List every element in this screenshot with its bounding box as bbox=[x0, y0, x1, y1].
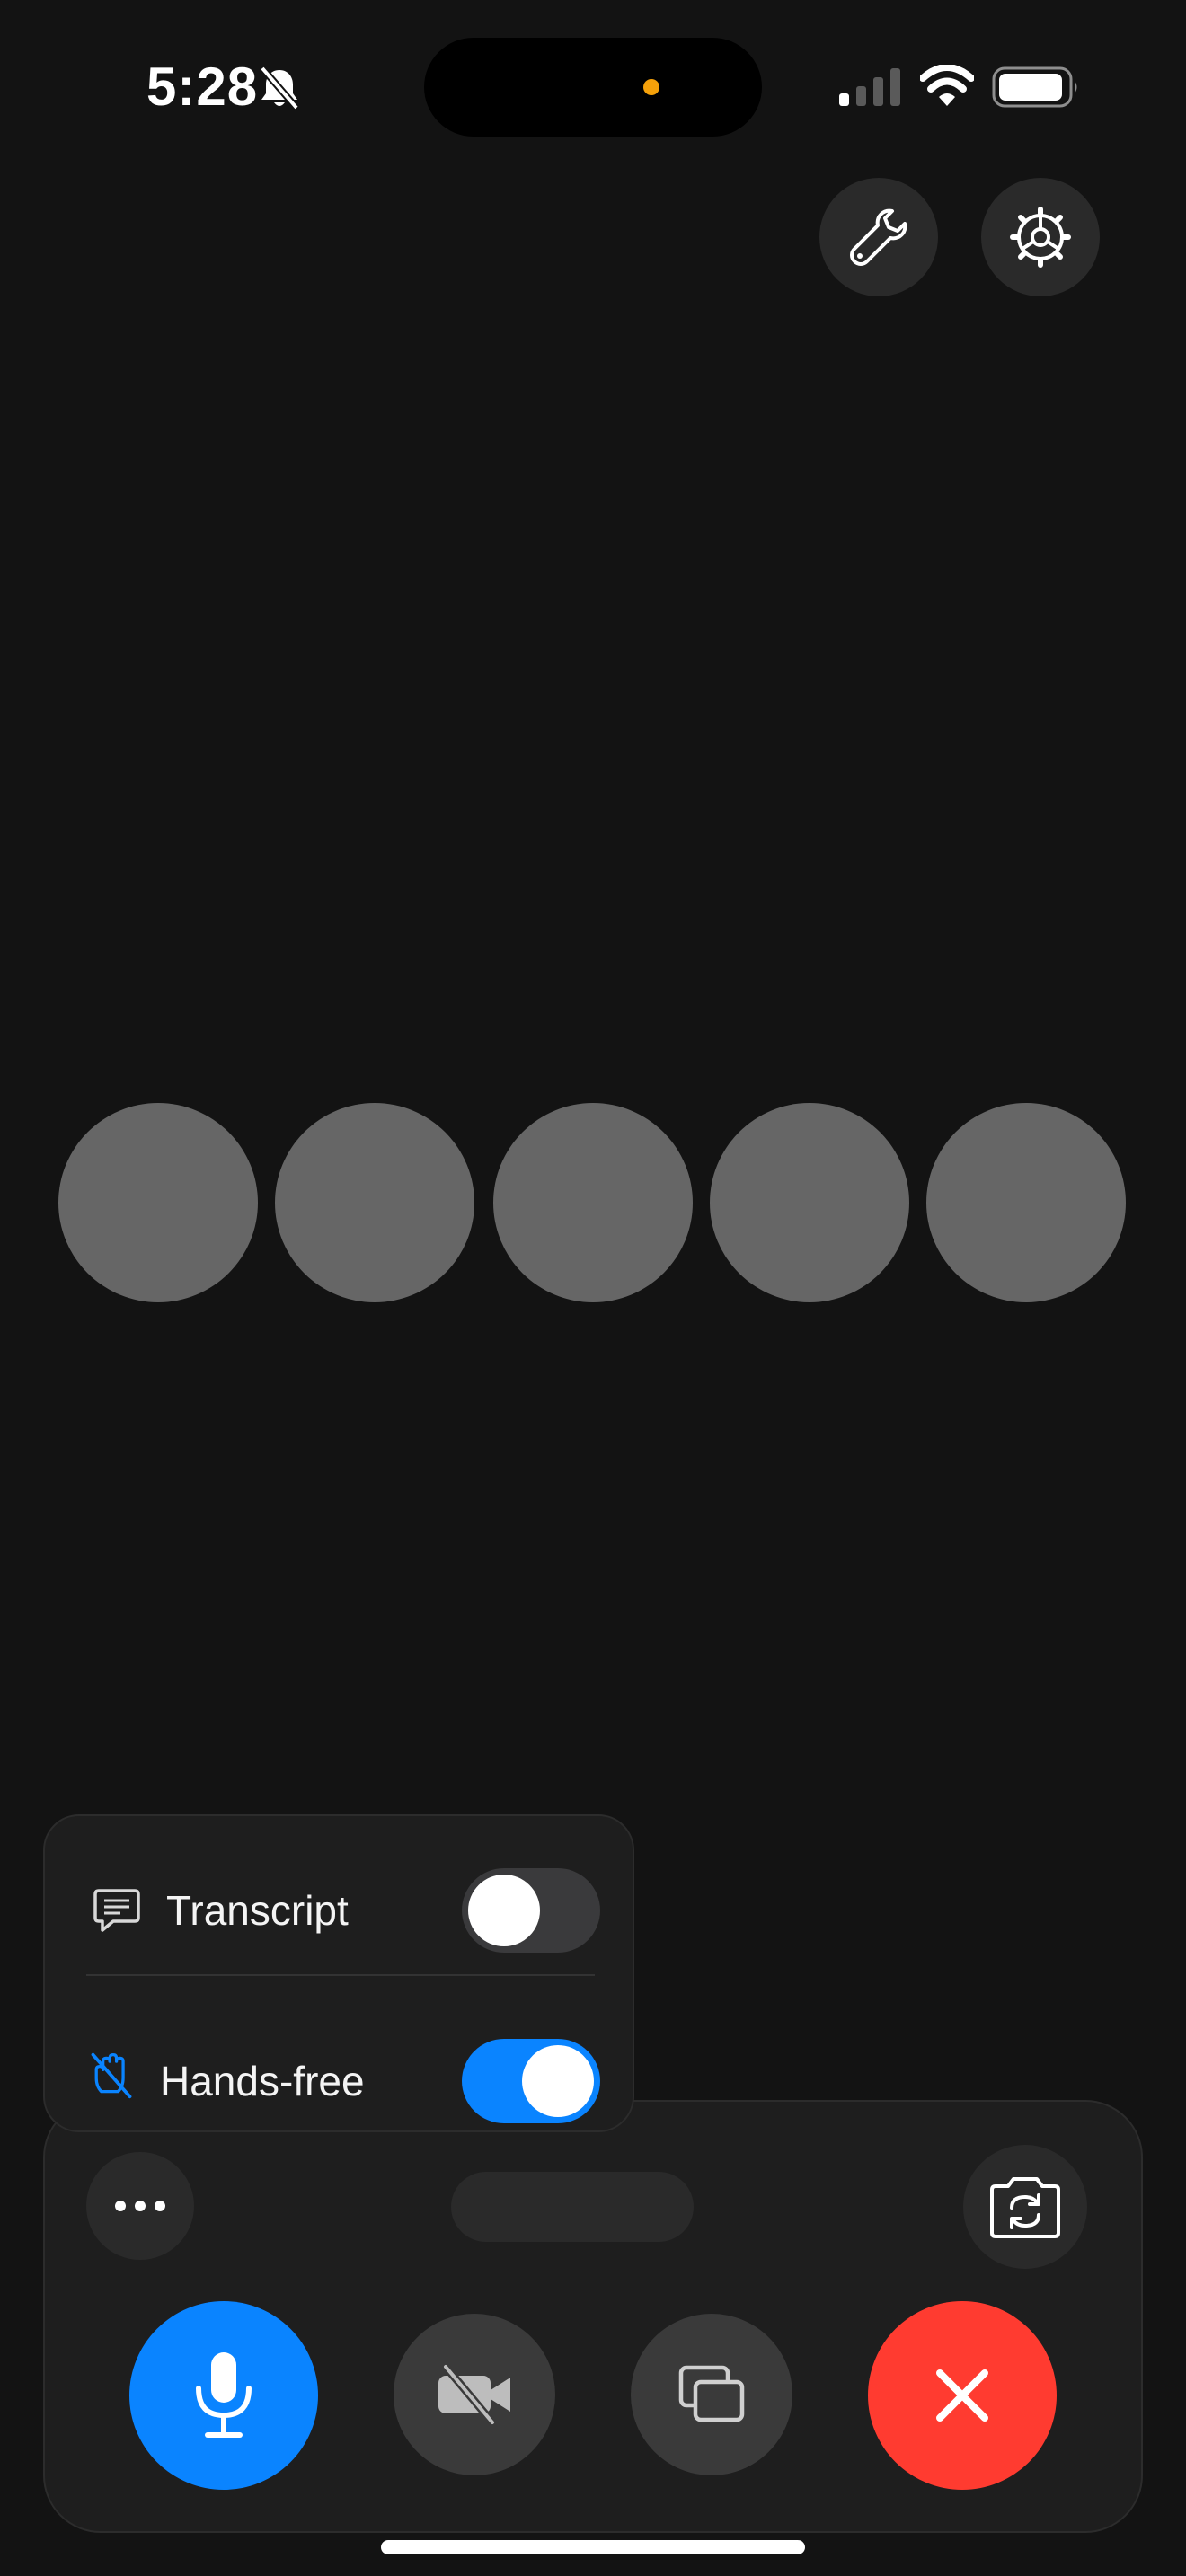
screen-share-icon bbox=[678, 2365, 745, 2422]
loading-indicator bbox=[58, 1103, 1128, 1302]
camera-flip-icon bbox=[990, 2177, 1060, 2238]
recording-indicator-dot bbox=[643, 79, 659, 95]
hands-free-option[interactable]: Hands-free bbox=[45, 2032, 633, 2130]
loading-dot bbox=[493, 1103, 693, 1302]
flip-camera-button[interactable] bbox=[963, 2145, 1087, 2269]
loading-dot bbox=[710, 1103, 909, 1302]
loading-dot bbox=[275, 1103, 474, 1302]
gear-icon bbox=[1010, 207, 1071, 268]
loading-dot bbox=[58, 1103, 258, 1302]
microphone-button[interactable] bbox=[129, 2301, 318, 2490]
transcript-toggle[interactable] bbox=[462, 1868, 600, 1953]
home-indicator[interactable] bbox=[381, 2540, 805, 2554]
loading-dot bbox=[926, 1103, 1126, 1302]
hands-free-toggle[interactable] bbox=[462, 2039, 600, 2123]
settings-button[interactable] bbox=[981, 178, 1100, 296]
toggle-knob bbox=[522, 2045, 594, 2117]
ellipsis-icon bbox=[115, 2201, 165, 2211]
wifi-icon bbox=[920, 65, 974, 106]
bell-slash-icon bbox=[259, 66, 300, 110]
end-call-button[interactable] bbox=[868, 2301, 1057, 2490]
wrench-icon bbox=[850, 208, 907, 266]
status-time: 5:28 bbox=[146, 57, 259, 117]
status-pill bbox=[451, 2172, 694, 2242]
close-icon bbox=[936, 2369, 988, 2422]
battery-icon bbox=[992, 66, 1077, 108]
video-off-icon bbox=[438, 2364, 510, 2425]
call-options-menu: Transcript Hands-free bbox=[43, 1814, 634, 2132]
transcript-bubble-icon bbox=[93, 1889, 140, 1932]
voice-call-screen: 5:28 Transcript Hands-free bbox=[0, 0, 1186, 2576]
transcript-option[interactable]: Transcript bbox=[45, 1861, 633, 1960]
hands-free-label: Hands-free bbox=[160, 2058, 365, 2104]
call-control-panel bbox=[43, 2100, 1143, 2533]
transcript-label: Transcript bbox=[166, 1887, 349, 1934]
microphone-icon bbox=[196, 2352, 252, 2438]
tools-button[interactable] bbox=[819, 178, 938, 296]
menu-divider bbox=[86, 1974, 595, 1976]
screen-share-button[interactable] bbox=[631, 2314, 792, 2475]
toggle-knob bbox=[468, 1875, 540, 1946]
hand-slash-icon bbox=[91, 2052, 132, 2099]
cellular-signal-icon bbox=[839, 68, 900, 106]
dynamic-island bbox=[424, 38, 762, 137]
more-button[interactable] bbox=[86, 2152, 194, 2260]
video-toggle-button[interactable] bbox=[394, 2314, 555, 2475]
